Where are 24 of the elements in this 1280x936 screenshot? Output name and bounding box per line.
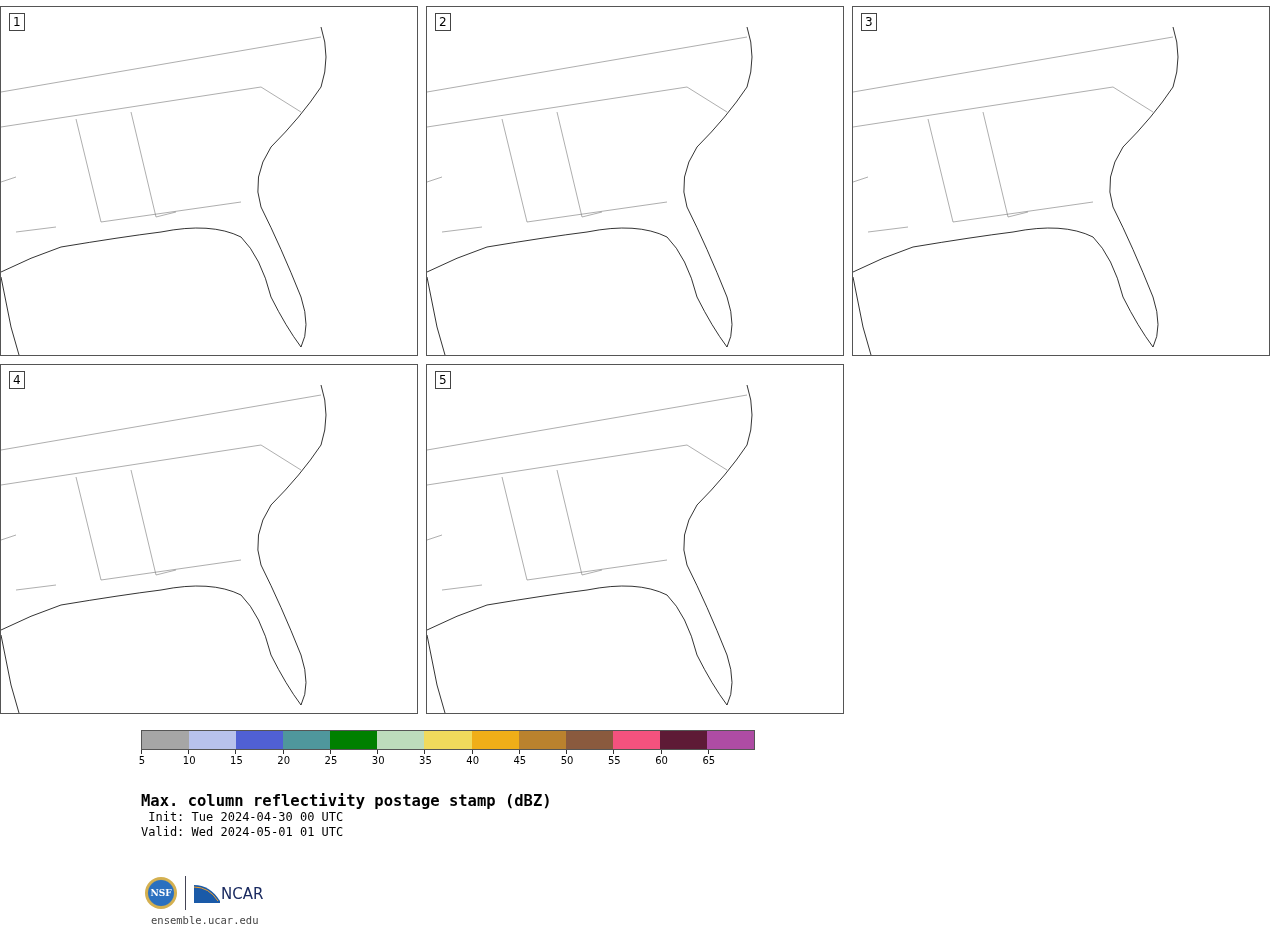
nsf-logo: NSF	[145, 877, 177, 909]
valid-time: Valid: Wed 2024-05-01 01 UTC	[141, 825, 345, 840]
tick-label: 50	[560, 755, 574, 766]
tick-label: 55	[608, 755, 621, 766]
panel-number: 3	[861, 13, 877, 31]
tick-label: 60	[655, 755, 668, 766]
figure-title: Max. column reflectivity postage stamp (dBZ)	[141, 792, 553, 810]
tick-label: 15	[230, 755, 243, 766]
ncar-logo: NCAR	[194, 883, 264, 903]
tick-label: 25	[324, 755, 338, 766]
init-time: Init: Tue 2024-04-30 00 UTC	[147, 810, 345, 825]
tick-label: 40	[466, 755, 479, 766]
panel-number: 1	[9, 13, 25, 31]
tick-label: 5	[138, 755, 146, 766]
panel-number: 4	[9, 371, 25, 389]
tick-label: 30	[371, 755, 385, 766]
panel-number: 2	[435, 13, 451, 31]
tick-label: 35	[419, 755, 432, 766]
tick-label: 10	[182, 755, 196, 766]
tick-label: 20	[277, 755, 291, 766]
tick-label: 45	[513, 755, 527, 766]
panel-number: 5	[435, 371, 451, 389]
website-url: ensemble.ucar.edu	[150, 914, 260, 926]
tick-label: 65	[702, 755, 716, 766]
